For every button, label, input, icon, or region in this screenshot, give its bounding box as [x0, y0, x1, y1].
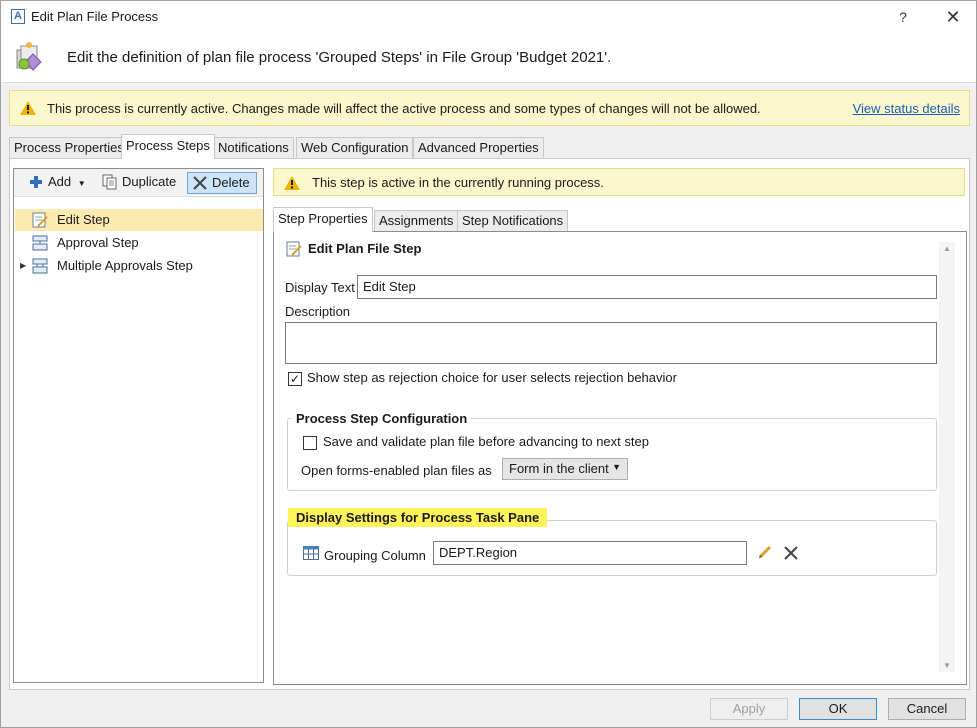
duplicate-icon — [102, 174, 117, 190]
tab-web-configuration[interactable]: Web Configuration — [296, 137, 414, 158]
step-properties-panel: Edit Plan File Step Display Text Edit St… — [273, 231, 967, 685]
open-forms-value: Form in the client — [509, 461, 609, 476]
multiple-approvals-icon — [32, 258, 48, 274]
process-steps-panel: Add ▼ Duplicate Delete Edit Step Approva… — [9, 158, 970, 690]
display-settings-title: Display Settings for Process Task Pane — [288, 508, 548, 527]
tab-step-notifications[interactable]: Step Notifications — [457, 210, 569, 231]
warning-icon — [20, 101, 36, 115]
duplicate-button[interactable]: Duplicate — [98, 172, 182, 194]
active-process-banner: This process is currently active. Change… — [9, 90, 970, 126]
add-button[interactable]: Add ▼ — [24, 172, 92, 194]
rejection-choice-label: Show step as rejection choice for user s… — [307, 370, 677, 385]
dialog-header: Edit the definition of plan file process… — [1, 33, 976, 83]
display-text-input[interactable]: Edit Step — [357, 275, 937, 299]
ok-button[interactable]: OK — [799, 698, 877, 720]
add-label: Add — [48, 174, 72, 189]
grouping-column-label: Grouping Column — [324, 548, 426, 563]
duplicate-label: Duplicate — [122, 174, 177, 189]
tab-process-steps[interactable]: Process Steps — [121, 134, 215, 159]
steps-toolbar: Add ▼ Duplicate Delete — [14, 169, 263, 197]
dialog-window: A Edit Plan File Process ? ✕ Edit the de… — [0, 0, 977, 728]
open-forms-select[interactable]: Form in the client ▼ — [502, 458, 628, 480]
title-bar: A Edit Plan File Process ? ✕ — [1, 1, 976, 33]
window-title: Edit Plan File Process — [31, 9, 159, 24]
pencil-icon[interactable] — [758, 545, 772, 559]
warning-icon — [284, 176, 300, 190]
grid-column-icon — [303, 546, 319, 560]
step-active-banner: This step is active in the currently run… — [273, 168, 965, 196]
description-input[interactable] — [285, 322, 937, 364]
tab-advanced-properties[interactable]: Advanced Properties — [413, 137, 544, 158]
approval-step-icon — [32, 235, 48, 251]
step-item-multiple-approvals[interactable]: ▶ Multiple Approvals Step — [15, 255, 263, 277]
delete-button[interactable]: Delete — [187, 172, 257, 194]
tab-process-properties[interactable]: Process Properties — [9, 137, 129, 158]
save-validate-label: Save and validate plan file before advan… — [323, 434, 649, 449]
save-validate-checkbox[interactable] — [303, 436, 317, 450]
description-label: Description — [285, 304, 351, 319]
step-banner-message: This step is active in the currently run… — [312, 175, 604, 190]
display-text-label: Display Text — [285, 280, 355, 295]
step-label: Multiple Approvals Step — [57, 258, 193, 273]
view-status-details-link[interactable]: View status details — [853, 101, 960, 116]
scroll-up-icon[interactable]: ▲ — [943, 244, 951, 253]
close-button[interactable]: ✕ — [937, 5, 969, 29]
grouping-column-input[interactable]: DEPT.Region — [433, 541, 747, 565]
vertical-scrollbar[interactable]: ▲ ▼ — [939, 242, 955, 672]
delete-x-icon — [193, 176, 207, 190]
step-item-edit-step[interactable]: Edit Step — [15, 209, 263, 231]
tab-step-properties[interactable]: Step Properties — [273, 207, 373, 232]
cancel-button[interactable]: Cancel — [888, 698, 966, 720]
scroll-down-icon[interactable]: ▼ — [943, 661, 951, 670]
chevron-down-icon: ▼ — [77, 179, 86, 188]
steps-list-panel: Add ▼ Duplicate Delete Edit Step Approva… — [13, 168, 264, 683]
delete-label: Delete — [212, 175, 250, 190]
process-step-configuration-title: Process Step Configuration — [292, 411, 472, 426]
clear-x-icon[interactable] — [783, 545, 799, 561]
app-icon: A — [11, 9, 25, 24]
tab-assignments[interactable]: Assignments — [374, 210, 459, 231]
chevron-down-icon: ▼ — [612, 462, 621, 472]
edit-step-icon — [32, 212, 48, 228]
header-description: Edit the definition of plan file process… — [67, 49, 612, 66]
section-title-text: Edit Plan File Step — [308, 241, 422, 256]
plus-icon — [30, 176, 42, 188]
section-edit-plan-file-step: Edit Plan File Step — [286, 241, 422, 257]
rejection-choice-checkbox[interactable]: ✓ — [288, 372, 302, 386]
process-icon — [16, 42, 42, 71]
step-label: Approval Step — [57, 235, 139, 250]
expand-arrow-icon[interactable]: ▶ — [20, 255, 26, 277]
apply-button[interactable]: Apply — [710, 698, 788, 720]
open-forms-label: Open forms-enabled plan files as — [301, 463, 492, 478]
banner-message: This process is currently active. Change… — [47, 101, 761, 116]
tab-notifications[interactable]: Notifications — [213, 137, 294, 158]
step-item-approval-step[interactable]: Approval Step — [15, 232, 263, 254]
edit-step-icon — [286, 241, 302, 257]
step-label: Edit Step — [57, 212, 110, 227]
help-button[interactable]: ? — [889, 5, 917, 29]
process-step-configuration-group — [287, 418, 937, 491]
